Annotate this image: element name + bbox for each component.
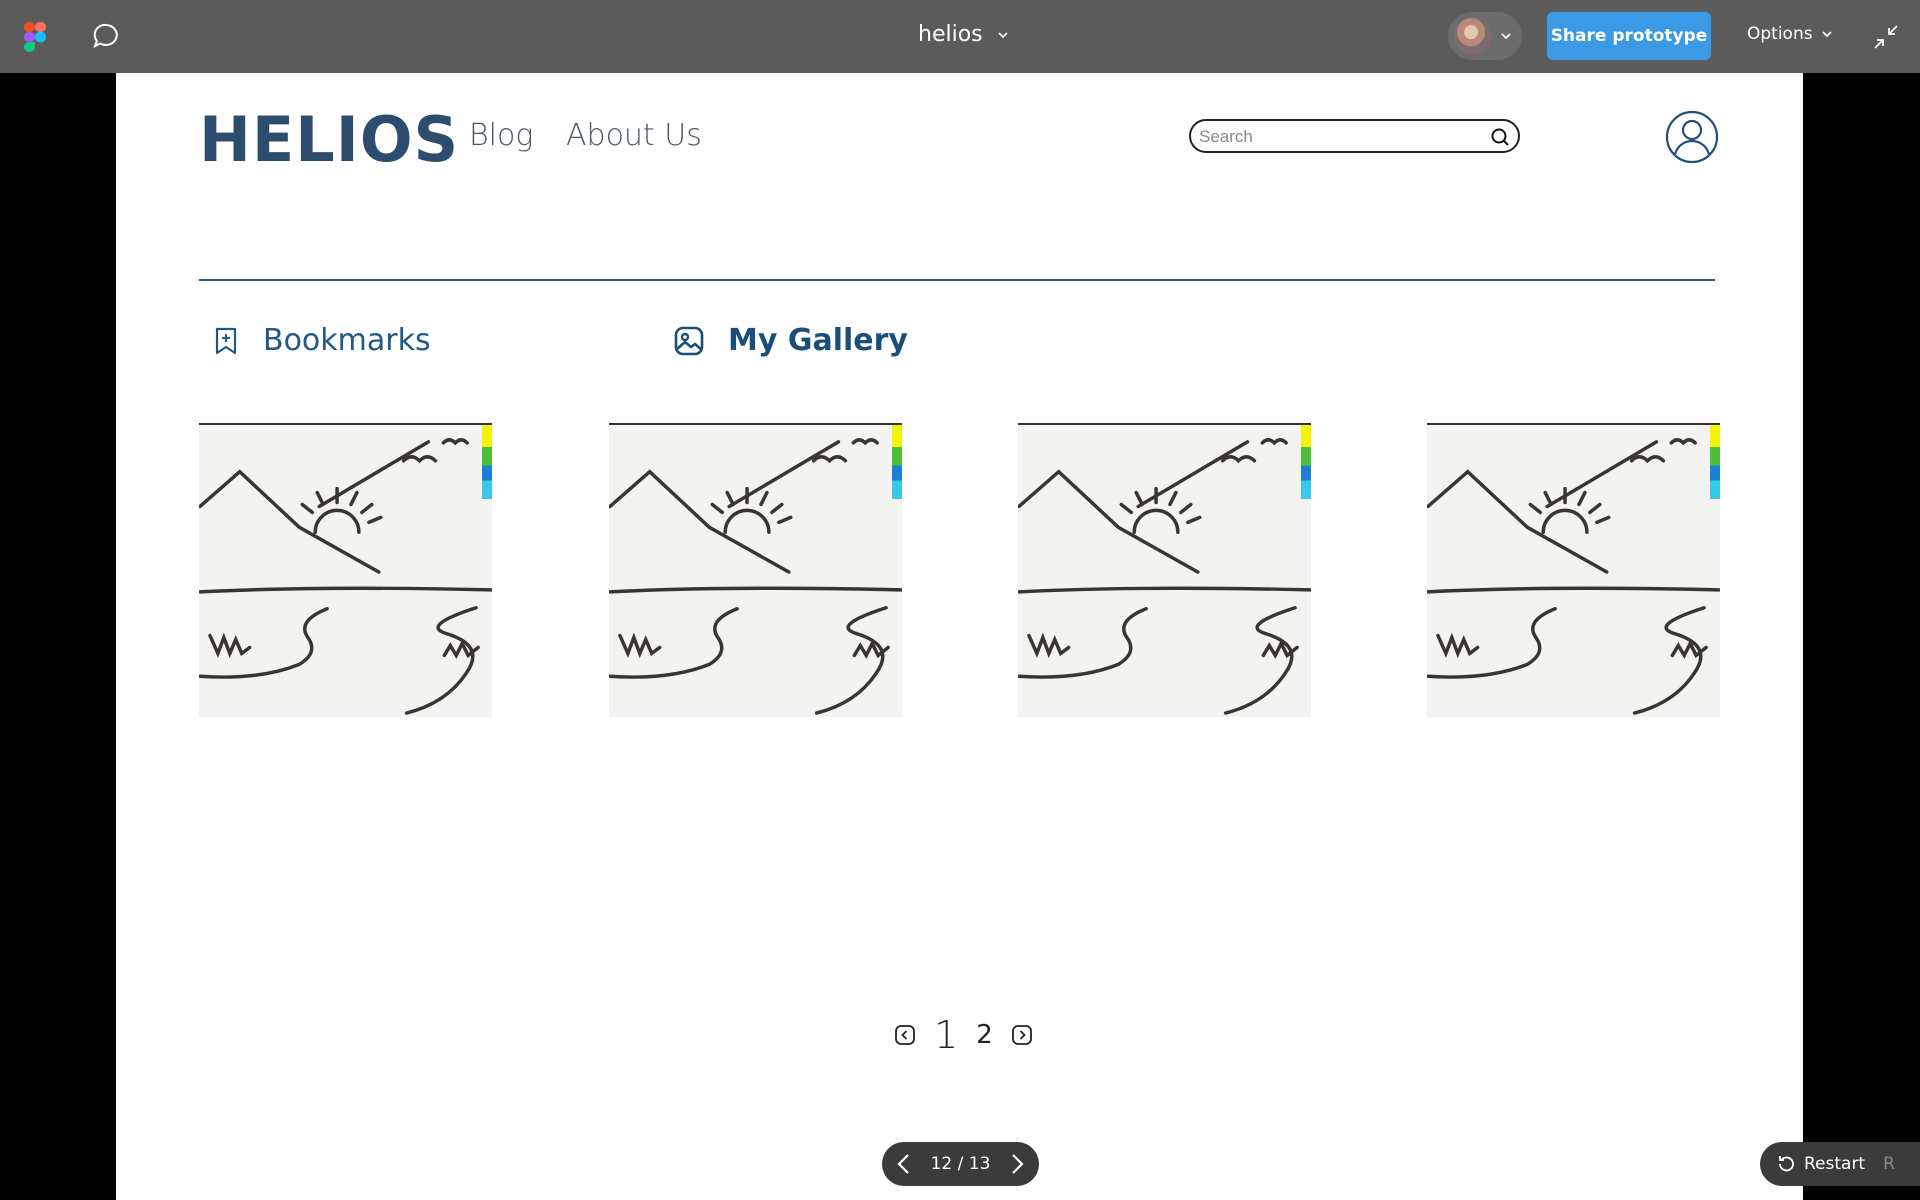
chevron-left-icon[interactable] bbox=[896, 1153, 912, 1175]
restart-shortcut: R bbox=[1883, 1154, 1895, 1174]
search-icon[interactable] bbox=[1490, 127, 1510, 147]
chevron-right-icon[interactable] bbox=[1009, 1153, 1025, 1175]
collapse-icon[interactable] bbox=[1873, 24, 1899, 50]
sunset-mountain-drawing-icon bbox=[199, 438, 492, 715]
nav-blog[interactable]: Blog bbox=[469, 118, 533, 153]
color-strip bbox=[1301, 425, 1311, 499]
tab-my-gallery[interactable]: My Gallery bbox=[674, 323, 908, 358]
chevron-down-icon bbox=[1821, 31, 1832, 38]
page-2[interactable]: 2 bbox=[976, 1020, 993, 1050]
sunset-mountain-drawing-icon bbox=[609, 438, 902, 715]
slide-navigator: 12 / 13 bbox=[882, 1142, 1039, 1186]
tab-label-my-gallery: My Gallery bbox=[728, 323, 908, 358]
viewer-toolbar: helios Share prototype Options bbox=[0, 0, 1920, 73]
nav-about-us[interactable]: About Us bbox=[566, 118, 702, 153]
slide-counter: 12 / 13 bbox=[930, 1154, 991, 1174]
site-logo[interactable]: HELIOS bbox=[199, 103, 459, 176]
prototype-frame: HELIOS Blog About Us Bookmarks My Galler… bbox=[116, 73, 1803, 1200]
restart-label: Restart bbox=[1804, 1154, 1866, 1174]
figma-logo-icon[interactable] bbox=[24, 22, 46, 52]
sunset-mountain-drawing-icon bbox=[1018, 438, 1311, 715]
gallery-item[interactable] bbox=[1427, 423, 1720, 717]
pagination: 1 2 bbox=[894, 1013, 1033, 1057]
user-profile-icon[interactable] bbox=[1665, 110, 1719, 164]
tab-bookmarks[interactable]: Bookmarks bbox=[213, 323, 431, 358]
color-strip bbox=[482, 425, 492, 499]
search-bar[interactable] bbox=[1189, 119, 1520, 153]
section-divider bbox=[199, 279, 1715, 281]
color-strip bbox=[1710, 425, 1720, 499]
options-label: Options bbox=[1747, 24, 1813, 44]
image-icon bbox=[674, 326, 704, 355]
chevron-down-icon bbox=[1501, 33, 1511, 40]
share-prototype-button[interactable]: Share prototype bbox=[1547, 12, 1711, 60]
avatar bbox=[1454, 17, 1492, 55]
options-menu[interactable]: Options bbox=[1747, 24, 1833, 44]
prev-page-icon[interactable] bbox=[894, 1024, 916, 1046]
comment-icon[interactable] bbox=[92, 22, 120, 50]
chevron-down-icon bbox=[997, 31, 1008, 38]
restart-button[interactable]: Restart R bbox=[1760, 1142, 1920, 1186]
color-strip bbox=[892, 425, 902, 499]
user-menu[interactable] bbox=[1448, 12, 1522, 60]
tab-label-bookmarks: Bookmarks bbox=[263, 323, 431, 358]
bookmark-plus-icon bbox=[215, 327, 237, 354]
file-title-dropdown[interactable]: helios bbox=[918, 22, 1009, 47]
gallery-item[interactable] bbox=[609, 423, 902, 717]
gallery-item[interactable] bbox=[1018, 423, 1311, 717]
page-1[interactable]: 1 bbox=[934, 1013, 958, 1057]
file-title: helios bbox=[918, 22, 983, 47]
gallery-item[interactable] bbox=[199, 423, 492, 717]
search-input[interactable] bbox=[1199, 127, 1479, 147]
sunset-mountain-drawing-icon bbox=[1427, 438, 1720, 715]
next-page-icon[interactable] bbox=[1011, 1024, 1033, 1046]
restart-icon bbox=[1779, 1156, 1794, 1172]
